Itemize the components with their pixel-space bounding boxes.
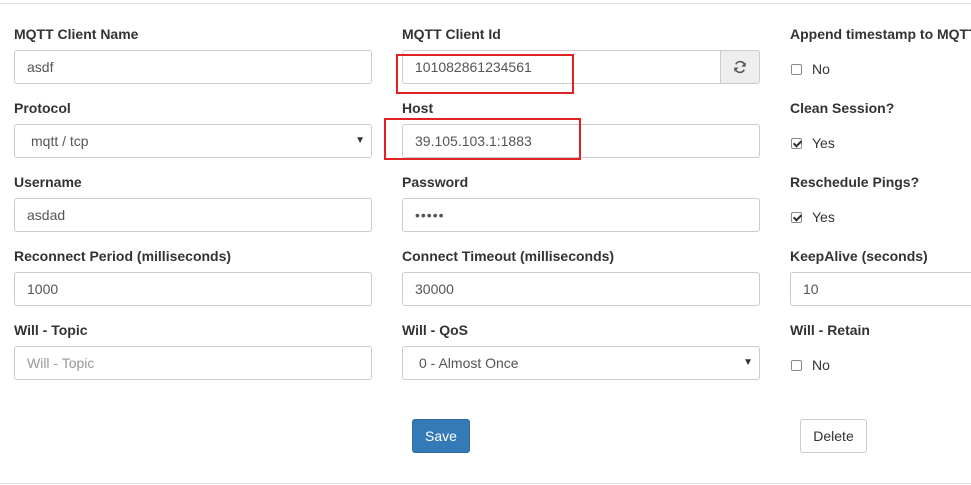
top-divider (0, 3, 971, 4)
keepalive-label: KeepAlive (seconds) (790, 248, 928, 264)
host-label: Host (402, 100, 434, 116)
will-topic-input[interactable]: Will - Topic (14, 346, 372, 380)
client-id-label: MQTT Client Id (402, 26, 501, 42)
protocol-select[interactable]: mqtt / tcp ▼ (14, 124, 372, 158)
client-id-highlight (396, 54, 574, 94)
protocol-selected-value: mqtt / tcp (31, 133, 89, 149)
protocol-label: Protocol (14, 100, 71, 116)
password-input[interactable]: ••••• (402, 198, 760, 232)
reschedule-pings-checkbox-row[interactable]: Yes (791, 209, 835, 225)
will-qos-label: Will - QoS (402, 322, 468, 338)
refresh-icon (734, 60, 746, 74)
caret-down-icon: ▼ (355, 135, 365, 146)
caret-down-icon: ▼ (743, 357, 753, 368)
will-retain-text: No (812, 357, 830, 373)
will-retain-checkbox[interactable] (791, 359, 802, 371)
append-timestamp-checkbox[interactable] (791, 63, 802, 75)
connect-timeout-input[interactable]: 30000 (402, 272, 760, 306)
host-highlight (384, 118, 581, 160)
client-name-input[interactable]: asdf (14, 50, 372, 84)
will-retain-checkbox-row[interactable]: No (791, 357, 830, 373)
clean-session-checkbox-row[interactable]: Yes (791, 135, 835, 151)
username-label: Username (14, 174, 82, 190)
username-input[interactable]: asdad (14, 198, 372, 232)
will-topic-label: Will - Topic (14, 322, 88, 338)
clean-session-text: Yes (812, 135, 835, 151)
keepalive-input[interactable]: 10 (790, 272, 971, 306)
connect-timeout-label: Connect Timeout (milliseconds) (402, 248, 615, 264)
reschedule-pings-checkbox[interactable] (791, 211, 802, 223)
regenerate-client-id-button[interactable] (720, 50, 760, 84)
reconnect-period-label: Reconnect Period (milliseconds) (14, 248, 232, 264)
append-timestamp-label: Append timestamp to MQTT (790, 26, 971, 42)
reconnect-period-input[interactable]: 1000 (14, 272, 372, 306)
client-name-label: MQTT Client Name (14, 26, 139, 42)
clean-session-label: Clean Session? (790, 100, 895, 116)
will-qos-select[interactable]: 0 - Almost Once ▼ (402, 346, 760, 380)
will-retain-label: Will - Retain (790, 322, 870, 338)
append-timestamp-checkbox-row[interactable]: No (791, 61, 830, 77)
password-label: Password (402, 174, 469, 190)
will-qos-selected-value: 0 - Almost Once (419, 355, 519, 371)
save-button[interactable]: Save (412, 419, 470, 453)
reschedule-pings-label: Reschedule Pings? (790, 174, 920, 190)
reschedule-pings-text: Yes (812, 209, 835, 225)
bottom-divider (0, 483, 971, 484)
delete-button[interactable]: Delete (800, 419, 867, 453)
clean-session-checkbox[interactable] (791, 137, 802, 149)
append-timestamp-text: No (812, 61, 830, 77)
